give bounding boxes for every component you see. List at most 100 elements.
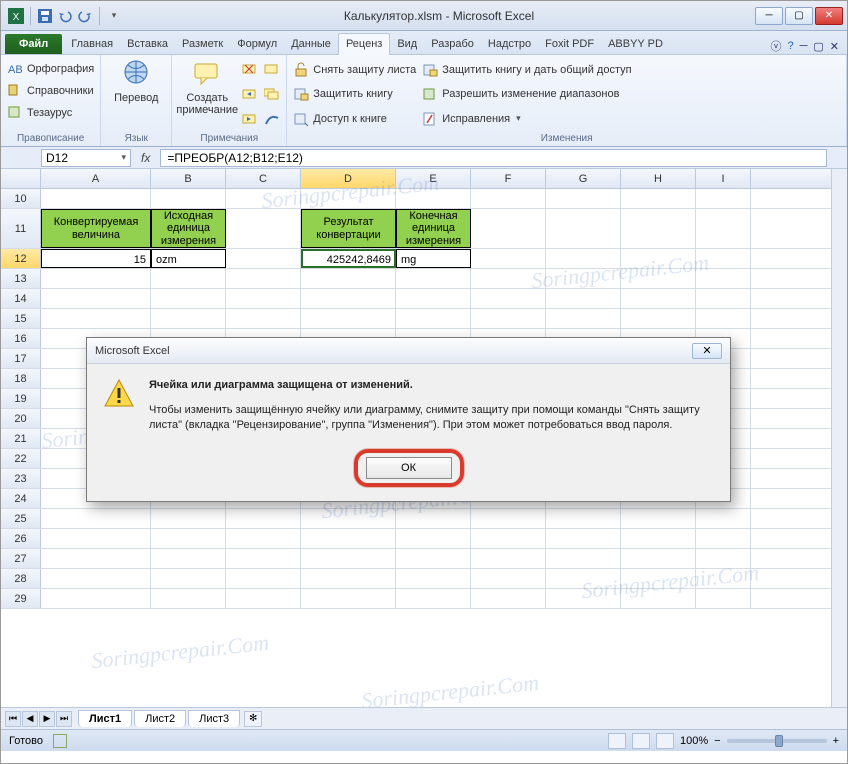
cell-A26[interactable] <box>41 529 151 548</box>
row-header-18[interactable]: 18 <box>1 369 41 388</box>
allow-ranges-button[interactable]: Разрешить изменение диапазонов <box>422 83 631 105</box>
tab-pagelayout[interactable]: Разметк <box>175 34 230 54</box>
cell-D16[interactable] <box>301 329 396 348</box>
cell-I13[interactable] <box>696 269 751 288</box>
cell-E11[interactable]: Конечная единица измерения <box>396 209 471 248</box>
ribbon-minimize-icon[interactable]: ⓥ <box>770 38 781 54</box>
workbook-minimize-icon[interactable]: ─ <box>800 40 808 52</box>
cell-I14[interactable] <box>696 289 751 308</box>
cell-E20[interactable] <box>396 409 471 428</box>
zoom-in-icon[interactable]: + <box>833 735 839 747</box>
cell-A15[interactable] <box>41 309 151 328</box>
zoom-out-icon[interactable]: − <box>714 735 720 747</box>
cell-D22[interactable] <box>301 449 396 468</box>
row-header-28[interactable]: 28 <box>1 569 41 588</box>
cell-H18[interactable] <box>621 369 696 388</box>
row-header-21[interactable]: 21 <box>1 429 41 448</box>
cell-G17[interactable] <box>546 349 621 368</box>
cell-H27[interactable] <box>621 549 696 568</box>
cell-G19[interactable] <box>546 389 621 408</box>
col-header-F[interactable]: F <box>471 169 546 188</box>
cell-H16[interactable] <box>621 329 696 348</box>
cell-I18[interactable] <box>696 369 751 388</box>
macro-record-icon[interactable] <box>53 734 67 748</box>
view-pagebreak-icon[interactable] <box>656 733 674 749</box>
row-header-10[interactable]: 10 <box>1 189 41 208</box>
cell-C17[interactable] <box>226 349 301 368</box>
sheet-nav-next[interactable]: ▶ <box>39 711 55 727</box>
cell-E18[interactable] <box>396 369 471 388</box>
cell-E27[interactable] <box>396 549 471 568</box>
col-header-E[interactable]: E <box>396 169 471 188</box>
row-header-19[interactable]: 19 <box>1 389 41 408</box>
tab-insert[interactable]: Вставка <box>120 34 175 54</box>
row-header-20[interactable]: 20 <box>1 409 41 428</box>
cell-H29[interactable] <box>621 589 696 608</box>
cell-D18[interactable] <box>301 369 396 388</box>
sheet-nav-prev[interactable]: ◀ <box>22 711 38 727</box>
cell-A23[interactable] <box>41 469 151 488</box>
cell-B29[interactable] <box>151 589 226 608</box>
cell-E26[interactable] <box>396 529 471 548</box>
col-header-G[interactable]: G <box>546 169 621 188</box>
cell-I20[interactable] <box>696 409 751 428</box>
cell-B11[interactable]: Исходная единица измерения <box>151 209 226 248</box>
redo-icon[interactable] <box>76 7 94 25</box>
cell-C20[interactable] <box>226 409 301 428</box>
cell-H26[interactable] <box>621 529 696 548</box>
cell-G26[interactable] <box>546 529 621 548</box>
formula-input[interactable]: =ПРЕОБР(A12;B12;E12) <box>160 149 827 167</box>
maximize-button[interactable]: ▢ <box>785 7 813 25</box>
cell-F25[interactable] <box>471 509 546 528</box>
cell-D12[interactable]: 425242,8469 <box>301 249 396 268</box>
cell-A10[interactable] <box>41 189 151 208</box>
cell-H12[interactable] <box>621 249 696 268</box>
show-all-comments-icon[interactable] <box>264 87 280 103</box>
file-tab[interactable]: Файл <box>5 34 62 54</box>
close-button[interactable]: ✕ <box>815 7 843 25</box>
cell-E13[interactable] <box>396 269 471 288</box>
cell-A25[interactable] <box>41 509 151 528</box>
cell-I26[interactable] <box>696 529 751 548</box>
cell-B13[interactable] <box>151 269 226 288</box>
row-header-17[interactable]: 17 <box>1 349 41 368</box>
row-header-23[interactable]: 23 <box>1 469 41 488</box>
zoom-slider[interactable] <box>727 739 827 743</box>
show-comment-icon[interactable] <box>264 62 280 78</box>
cell-B20[interactable] <box>151 409 226 428</box>
cell-F24[interactable] <box>471 489 546 508</box>
cell-C28[interactable] <box>226 569 301 588</box>
cell-C27[interactable] <box>226 549 301 568</box>
worksheet-grid[interactable]: ABCDEFGHI 1011Конвертируемая величинаИсх… <box>1 169 847 707</box>
row-header-12[interactable]: 12 <box>1 249 41 268</box>
cell-D24[interactable] <box>301 489 396 508</box>
cell-G20[interactable] <box>546 409 621 428</box>
cell-G16[interactable] <box>546 329 621 348</box>
cell-F18[interactable] <box>471 369 546 388</box>
tab-abbyy[interactable]: ABBYY PD <box>601 34 670 54</box>
cell-D26[interactable] <box>301 529 396 548</box>
cell-B16[interactable] <box>151 329 226 348</box>
cell-E16[interactable] <box>396 329 471 348</box>
cell-I23[interactable] <box>696 469 751 488</box>
cell-F14[interactable] <box>471 289 546 308</box>
cell-B12[interactable]: ozm <box>151 249 226 268</box>
cell-G27[interactable] <box>546 549 621 568</box>
cell-D29[interactable] <box>301 589 396 608</box>
tab-formulas[interactable]: Формул <box>230 34 284 54</box>
row-header-14[interactable]: 14 <box>1 289 41 308</box>
cell-B23[interactable] <box>151 469 226 488</box>
cell-G23[interactable] <box>546 469 621 488</box>
new-sheet-icon[interactable]: ✻ <box>244 711 262 727</box>
cell-C23[interactable] <box>226 469 301 488</box>
cell-G28[interactable] <box>546 569 621 588</box>
cell-I15[interactable] <box>696 309 751 328</box>
cell-E17[interactable] <box>396 349 471 368</box>
sheet-tab-1[interactable]: Лист1 <box>78 710 132 727</box>
cell-D17[interactable] <box>301 349 396 368</box>
thesaurus-button[interactable]: Тезаурус <box>7 102 94 124</box>
cell-F27[interactable] <box>471 549 546 568</box>
cell-B22[interactable] <box>151 449 226 468</box>
zoom-level[interactable]: 100% <box>680 735 708 747</box>
cell-H25[interactable] <box>621 509 696 528</box>
